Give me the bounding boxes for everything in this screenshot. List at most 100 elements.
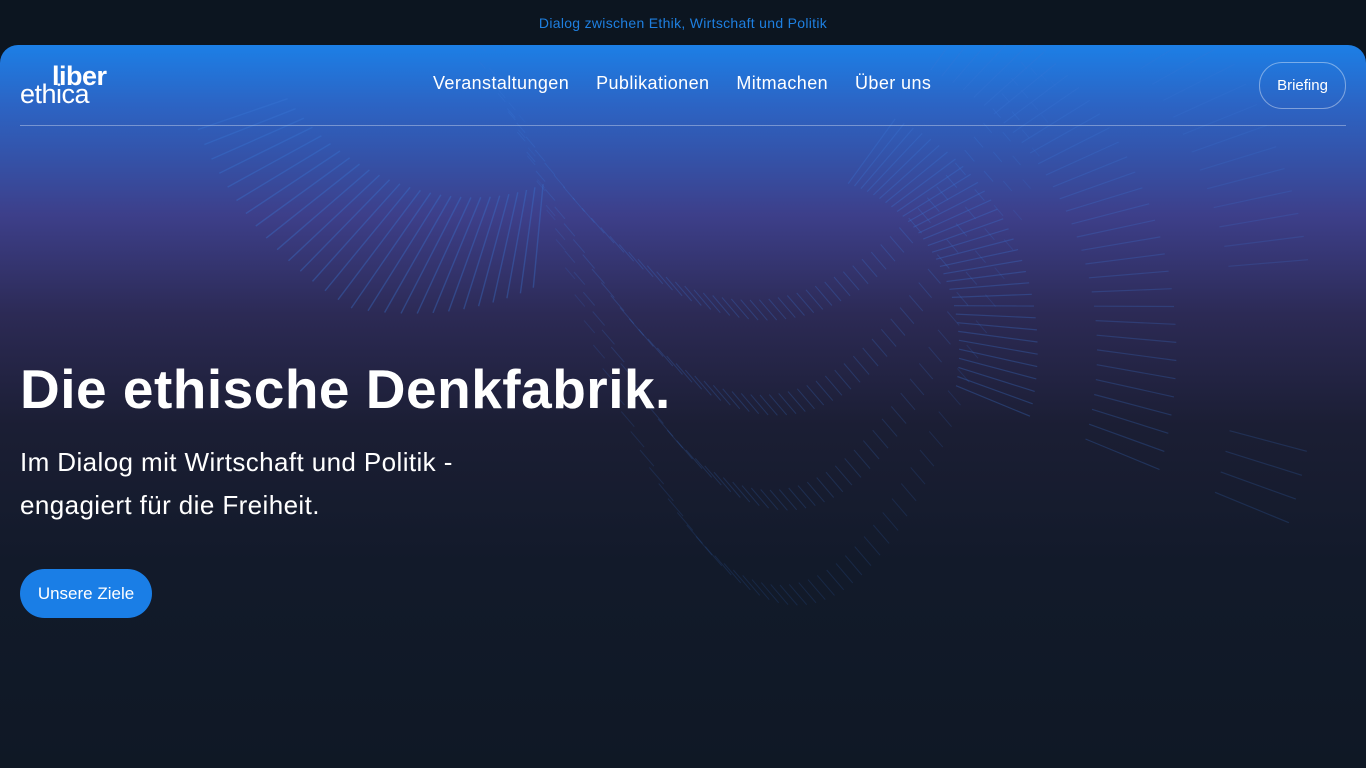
wave-line — [1045, 141, 1119, 176]
wave-line — [554, 228, 566, 241]
wave-line — [749, 299, 768, 321]
wave-line — [299, 179, 391, 272]
wave-line — [1096, 349, 1177, 362]
wave-line — [863, 536, 881, 556]
wave-line — [591, 268, 605, 284]
wave-line — [890, 318, 906, 336]
wave-line — [890, 406, 907, 424]
wave-line — [760, 489, 779, 511]
wave-line — [834, 465, 853, 486]
wave-line — [694, 375, 712, 396]
wave-line — [814, 285, 833, 306]
wave-line — [843, 363, 861, 383]
briefing-button[interactable]: Briefing — [1259, 62, 1346, 109]
wave-line — [983, 170, 994, 182]
liberethica-logo[interactable]: liber ethica — [20, 63, 122, 108]
wave-line — [712, 295, 731, 316]
wave-line — [1096, 364, 1176, 380]
wave-line — [1224, 235, 1304, 247]
unsere-ziele-button[interactable]: Unsere Ziele — [20, 569, 152, 618]
wave-line — [816, 477, 835, 498]
wave-line — [1199, 146, 1277, 171]
wave-line — [891, 158, 956, 208]
wave-line — [572, 239, 586, 254]
nav-item-ueber-uns[interactable]: Über uns — [855, 73, 931, 94]
wave-line — [740, 393, 760, 415]
wave-line — [842, 271, 860, 291]
nav-item-publikationen[interactable]: Publikationen — [596, 73, 709, 94]
wave-line — [879, 144, 940, 200]
wave-line — [861, 258, 878, 278]
wave-line — [910, 467, 926, 485]
wave-line — [955, 313, 1036, 319]
wave-line — [553, 174, 566, 189]
wave-line — [898, 227, 914, 244]
wave-line — [815, 380, 834, 401]
wave-line — [544, 188, 556, 201]
wave-line — [544, 162, 556, 176]
wave-line — [900, 392, 916, 411]
wave-line — [582, 254, 595, 269]
wave-line — [955, 385, 1031, 417]
wave-line — [896, 165, 964, 212]
wave-line — [918, 282, 932, 299]
wave-line — [844, 458, 862, 478]
wave-line — [702, 292, 721, 314]
wave-line — [768, 298, 787, 320]
wave-line — [1065, 187, 1143, 212]
wave-line — [536, 180, 546, 192]
wave-line — [862, 347, 879, 367]
wave-line — [656, 271, 673, 291]
wave-line — [975, 320, 988, 334]
wave-line — [777, 297, 796, 318]
wave-line — [1095, 320, 1176, 325]
wave-line — [834, 369, 852, 390]
wave-line — [957, 322, 1037, 331]
wave-line — [288, 174, 380, 262]
wave-line — [1085, 253, 1165, 265]
wave-line — [648, 467, 665, 485]
wave-line — [889, 235, 905, 253]
wave-line — [554, 206, 566, 220]
wave-line — [573, 271, 586, 285]
wave-line — [927, 268, 941, 284]
wave-line — [825, 471, 844, 493]
wave-line — [882, 512, 899, 531]
wave-line — [416, 197, 472, 314]
wave-line — [618, 244, 635, 262]
wave-line — [1228, 259, 1309, 267]
wave-line — [628, 251, 644, 270]
wave-line — [928, 431, 944, 448]
wave-line — [675, 363, 693, 383]
nav-item-mitmachen[interactable]: Mitmachen — [736, 73, 828, 94]
wave-line — [1088, 270, 1169, 279]
wave-line — [1214, 491, 1290, 524]
wave-line — [957, 375, 1033, 405]
wave-line — [582, 291, 596, 306]
nav-item-veranstaltungen[interactable]: Veranstaltungen — [433, 73, 569, 94]
nav-menu: Veranstaltungen Publikationen Mitmachen … — [433, 73, 931, 94]
tagline-link[interactable]: Dialog zwischen Ethik, Wirtschaft und Po… — [539, 15, 827, 31]
wave-line — [609, 235, 625, 253]
wave-line — [854, 122, 905, 187]
wave-line — [534, 149, 546, 162]
wave-line — [853, 449, 871, 470]
wave-line — [610, 295, 625, 312]
wave-line — [937, 329, 951, 345]
wave-line — [311, 183, 401, 282]
wave-line — [574, 294, 586, 307]
wave-line — [935, 238, 1014, 260]
wave-line — [684, 369, 703, 390]
wave-line — [639, 449, 655, 467]
wave-line — [870, 251, 887, 270]
wave-line — [647, 338, 664, 357]
wave-line — [788, 487, 807, 509]
wave-line — [1012, 155, 1021, 166]
wave-line — [676, 440, 693, 460]
wave-line — [245, 150, 341, 215]
wave-line — [1229, 430, 1307, 452]
wave-line — [600, 282, 615, 299]
wave-line — [1206, 168, 1285, 190]
wave-line — [951, 293, 1032, 298]
wave-line — [1225, 450, 1303, 476]
